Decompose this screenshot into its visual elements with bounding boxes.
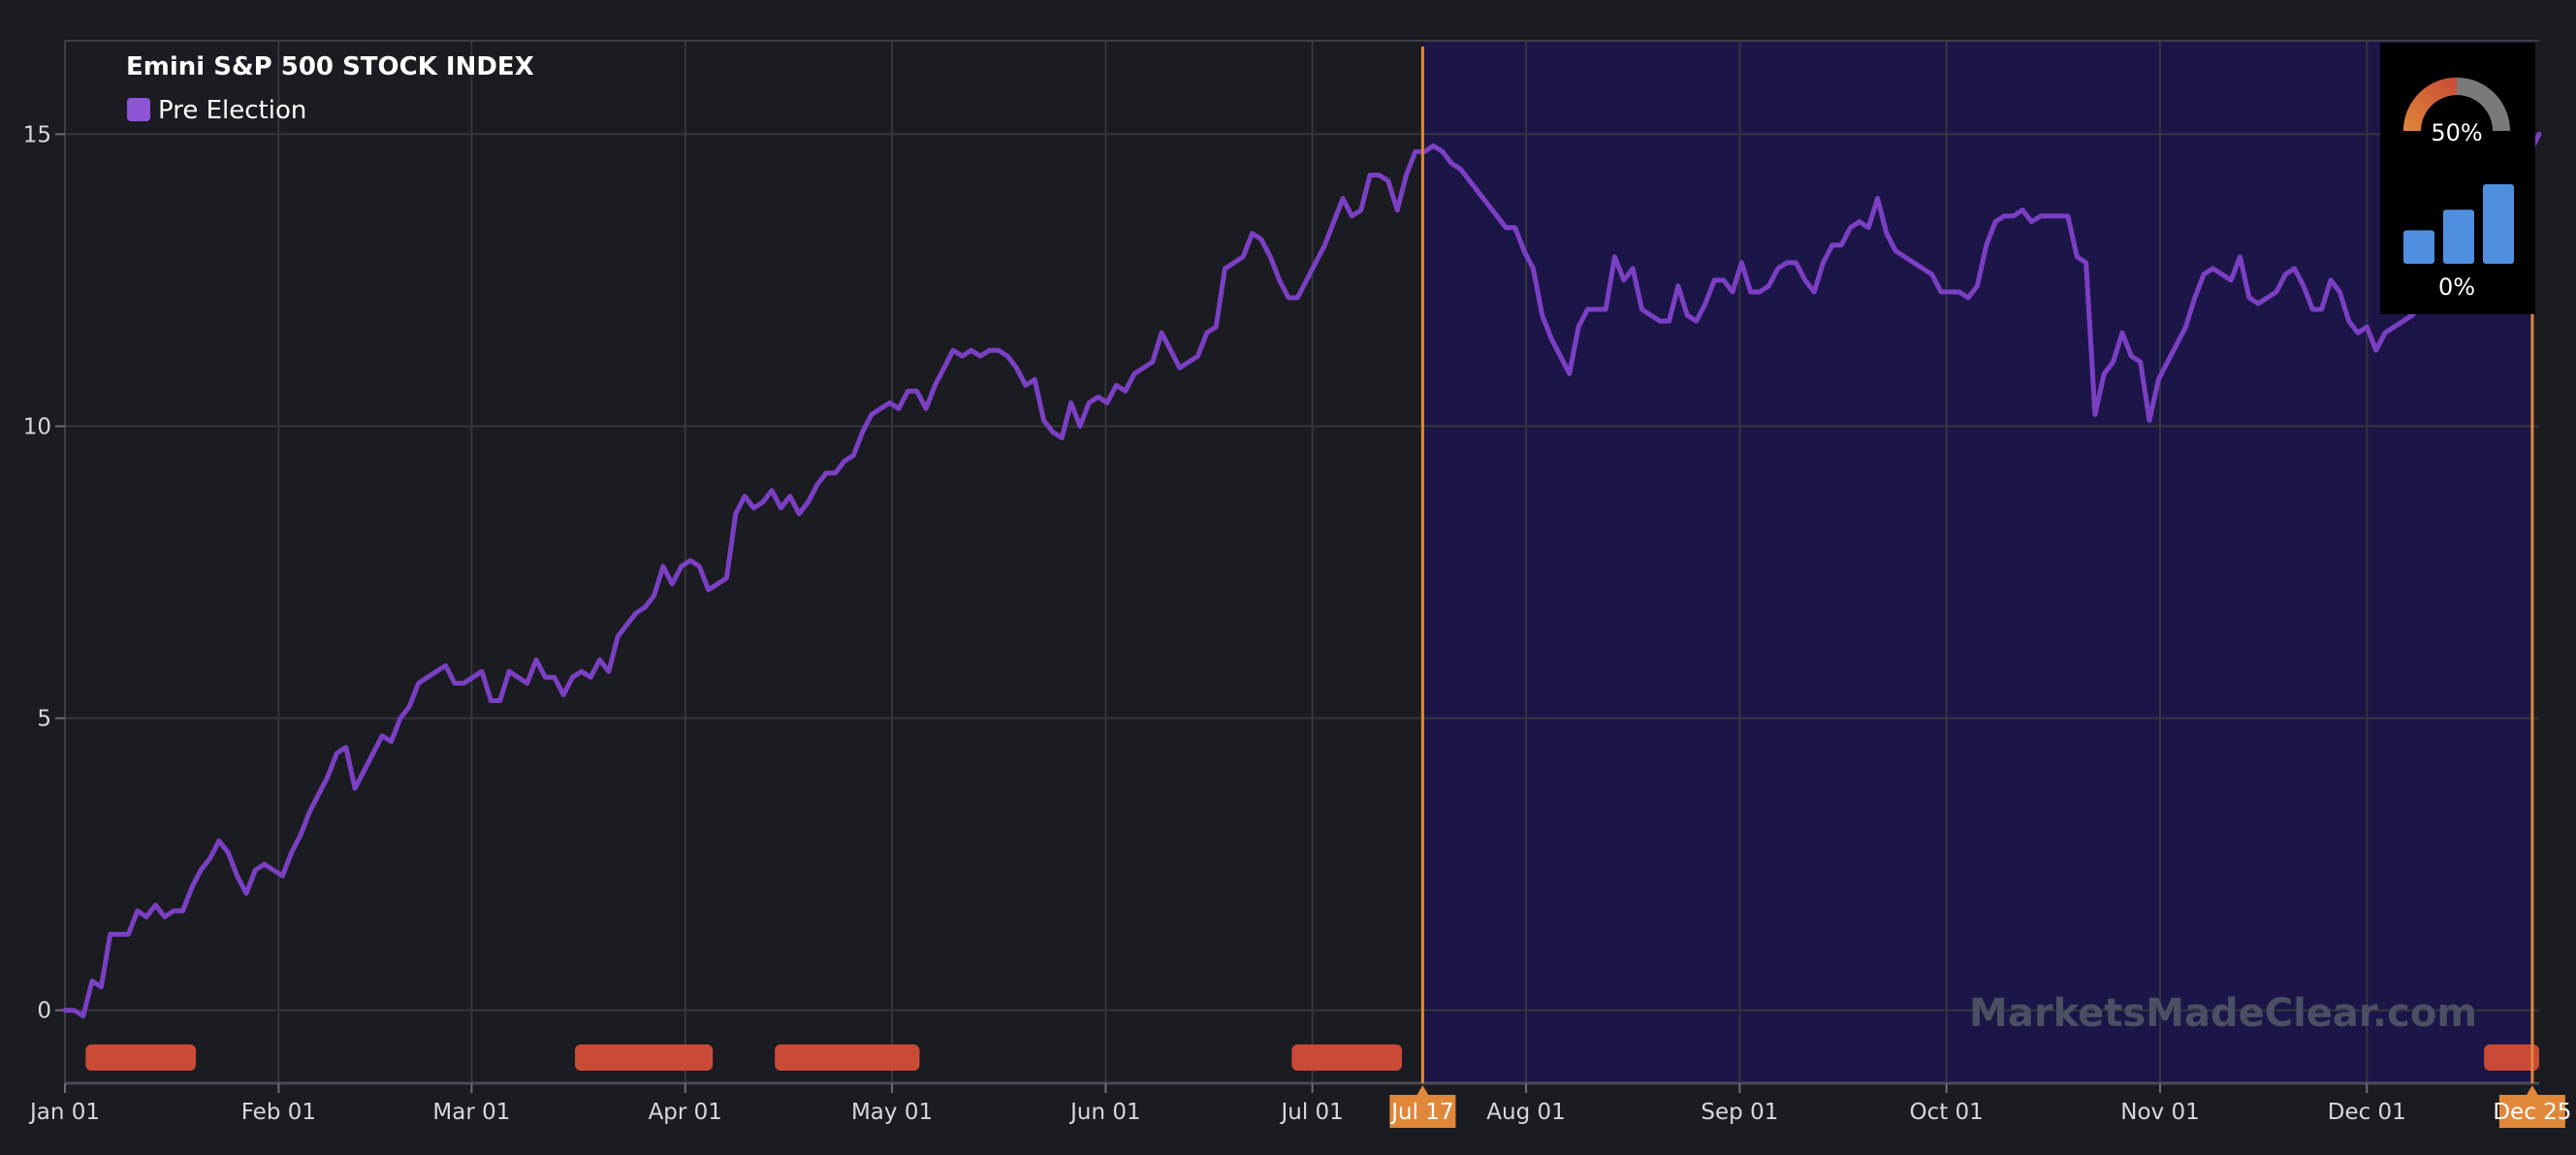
chart-container: 0 5 10 15 Jan 01 Feb 01 Mar 01 Apr 01 May 01 Jun… [0, 0, 2576, 1155]
watermark: MarketsMadeClear.com [1969, 991, 2477, 1036]
x-tick-label: May 01 [851, 1100, 933, 1125]
x-axis-ticks: Jan 01 Feb 01 Mar 01 Apr 01 May 01 Jun 01 Jul … [28, 1083, 2406, 1125]
x-tick-label: Jun 01 [1068, 1100, 1141, 1125]
x-tick-label: Sep 01 [1701, 1100, 1778, 1125]
bottom-bar [85, 1044, 197, 1071]
bars-value: 0% [2438, 273, 2475, 301]
x-tick-label: Mar 01 [432, 1100, 510, 1125]
x-tick-label: Dec 01 [2328, 1100, 2406, 1125]
gauge-value: 50% [2431, 119, 2482, 146]
signal-bar [2403, 230, 2434, 264]
x-tick-label: Jan 01 [28, 1100, 100, 1125]
marker-label: Jul 17 [1389, 1100, 1453, 1125]
y-axis-ticks: 0 5 10 15 [23, 122, 65, 1024]
y-tick-label: 10 [23, 414, 51, 439]
legend-label: Pre Election [158, 96, 306, 125]
bottom-bar [1291, 1044, 1403, 1071]
bottom-bar [575, 1044, 714, 1071]
y-tick-label: 15 [23, 122, 51, 147]
y-tick-label: 0 [37, 999, 51, 1024]
signal-bar [2483, 184, 2514, 264]
signal-bar [2443, 209, 2474, 264]
x-tick-label: Oct 01 [1909, 1100, 1983, 1125]
marker-label: Dec 25 [2493, 1100, 2571, 1125]
line-chart: 0 5 10 15 Jan 01 Feb 01 Mar 01 Apr 01 May 01 Jun… [23, 40, 2571, 1128]
x-tick-label: Jul 01 [1279, 1100, 1343, 1125]
bottom-bar [775, 1044, 920, 1071]
legend-swatch [127, 98, 150, 121]
y-tick-label: 5 [37, 707, 51, 732]
x-tick-label: Apr 01 [649, 1100, 722, 1125]
x-tick-label: Nov 01 [2120, 1100, 2199, 1125]
indicator-widget: 50% 0% [2380, 43, 2535, 314]
chart-title: Emini S&P 500 STOCK INDEX [126, 52, 534, 81]
x-tick-label: Aug 01 [1486, 1100, 1566, 1125]
highlight-region [1422, 41, 2532, 1083]
x-tick-label: Feb 01 [241, 1100, 316, 1125]
